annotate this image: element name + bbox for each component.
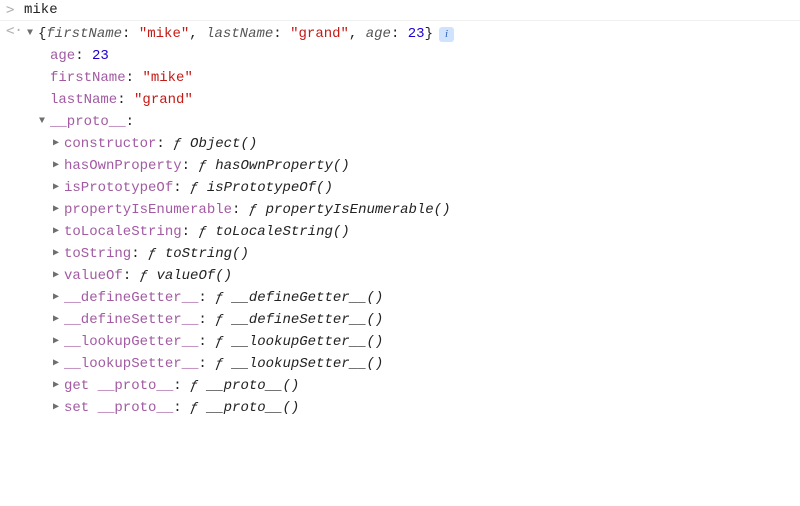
proto-method-row[interactable]: ▶isPrototypeOf: ƒ isPrototypeOf()	[24, 177, 794, 199]
method-key: get __proto__	[64, 375, 173, 397]
console-input-row: > mike	[0, 0, 800, 21]
expand-toggle-icon[interactable]: ▶	[50, 287, 62, 309]
method-fn-name: hasOwnProperty()	[215, 155, 349, 177]
expand-toggle-icon[interactable]: ▶	[50, 397, 62, 419]
expand-toggle-icon[interactable]: ▶	[50, 177, 62, 199]
proto-method-row[interactable]: ▶__lookupGetter__: ƒ __lookupGetter__()	[24, 331, 794, 353]
property-key: lastName	[50, 89, 117, 111]
expand-toggle-icon[interactable]: ▶	[50, 199, 62, 221]
property-value: 23	[92, 45, 109, 67]
prompt-icon: >	[6, 2, 22, 18]
proto-method-row[interactable]: ▶propertyIsEnumerable: ƒ propertyIsEnume…	[24, 199, 794, 221]
object-property-row[interactable]: ▶firstName: "mike"	[24, 67, 794, 89]
console-output-row: <· ▼ { firstName: "mike", lastName: "gra…	[0, 21, 800, 421]
proto-method-row[interactable]: ▶valueOf: ƒ valueOf()	[24, 265, 794, 287]
method-key: valueOf	[64, 265, 123, 287]
proto-method-row[interactable]: ▶set __proto__: ƒ __proto__()	[24, 397, 794, 419]
proto-row[interactable]: ▼ __proto__:	[24, 111, 794, 133]
method-key: propertyIsEnumerable	[64, 199, 232, 221]
summary-key-firstname: firstName	[46, 23, 122, 45]
method-key: constructor	[64, 133, 156, 155]
method-fn-name: isPrototypeOf()	[207, 177, 333, 199]
summary-key-lastname: lastName	[206, 23, 273, 45]
proto-method-row[interactable]: ▶hasOwnProperty: ƒ hasOwnProperty()	[24, 155, 794, 177]
expand-toggle-icon[interactable]: ▼	[24, 23, 36, 45]
property-value: "grand"	[134, 89, 193, 111]
method-fn-name: toString()	[165, 243, 249, 265]
proto-label: __proto__	[50, 111, 126, 133]
method-fn-name: toLocaleString()	[215, 221, 349, 243]
method-fn-name: propertyIsEnumerable()	[266, 199, 451, 221]
expand-toggle-icon[interactable]: ▶	[50, 265, 62, 287]
expand-toggle-icon[interactable]: ▶	[50, 243, 62, 265]
function-f-icon: ƒ	[190, 397, 207, 419]
function-f-icon: ƒ	[215, 331, 232, 353]
proto-method-row[interactable]: ▶__defineGetter__: ƒ __defineGetter__()	[24, 287, 794, 309]
method-key: toLocaleString	[64, 221, 182, 243]
function-f-icon: ƒ	[215, 287, 232, 309]
method-fn-name: __defineGetter__()	[232, 287, 383, 309]
function-f-icon: ƒ	[173, 133, 190, 155]
function-f-icon: ƒ	[148, 243, 165, 265]
function-f-icon: ƒ	[140, 265, 157, 287]
method-fn-name: valueOf()	[156, 265, 232, 287]
property-key: age	[50, 45, 75, 67]
expand-toggle-icon[interactable]: ▶	[50, 353, 62, 375]
function-f-icon: ƒ	[198, 221, 215, 243]
brace-close: }	[425, 23, 433, 45]
method-fn-name: __proto__()	[207, 375, 299, 397]
return-icon: <·	[6, 23, 22, 39]
method-fn-name: __lookupSetter__()	[232, 353, 383, 375]
proto-method-row[interactable]: ▶constructor: ƒ Object()	[24, 133, 794, 155]
function-f-icon: ƒ	[190, 375, 207, 397]
property-key: firstName	[50, 67, 126, 89]
expand-toggle-icon[interactable]: ▶	[50, 375, 62, 397]
function-f-icon: ƒ	[215, 309, 232, 331]
summary-val-age: 23	[408, 23, 425, 45]
expand-toggle-icon[interactable]: ▶	[50, 309, 62, 331]
object-summary[interactable]: ▼ { firstName: "mike", lastName: "grand"…	[24, 23, 794, 45]
method-key: isPrototypeOf	[64, 177, 173, 199]
method-fn-name: Object()	[190, 133, 257, 155]
proto-method-row[interactable]: ▶toString: ƒ toString()	[24, 243, 794, 265]
proto-method-row[interactable]: ▶__lookupSetter__: ƒ __lookupSetter__()	[24, 353, 794, 375]
method-key: toString	[64, 243, 131, 265]
method-key: __lookupGetter__	[64, 331, 198, 353]
summary-val-lastname: "grand"	[290, 23, 349, 45]
expand-toggle-icon[interactable]: ▶	[50, 331, 62, 353]
method-fn-name: __proto__()	[207, 397, 299, 419]
expand-toggle-icon[interactable]: ▶	[50, 155, 62, 177]
summary-key-age: age	[366, 23, 391, 45]
method-key: __defineGetter__	[64, 287, 198, 309]
function-f-icon: ƒ	[249, 199, 266, 221]
proto-method-row[interactable]: ▶toLocaleString: ƒ toLocaleString()	[24, 221, 794, 243]
info-icon[interactable]: i	[439, 27, 454, 42]
method-fn-name: __defineSetter__()	[232, 309, 383, 331]
brace-open: {	[38, 23, 46, 45]
summary-val-firstname: "mike"	[139, 23, 189, 45]
expand-toggle-icon[interactable]: ▼	[36, 111, 48, 133]
method-fn-name: __lookupGetter__()	[232, 331, 383, 353]
method-key: set __proto__	[64, 397, 173, 419]
method-key: hasOwnProperty	[64, 155, 182, 177]
proto-method-row[interactable]: ▶__defineSetter__: ƒ __defineSetter__()	[24, 309, 794, 331]
function-f-icon: ƒ	[215, 353, 232, 375]
method-key: __defineSetter__	[64, 309, 198, 331]
expand-toggle-icon[interactable]: ▶	[50, 133, 62, 155]
property-value: "mike"	[142, 67, 192, 89]
expand-toggle-icon[interactable]: ▶	[50, 221, 62, 243]
function-f-icon: ƒ	[190, 177, 207, 199]
object-property-row[interactable]: ▶lastName: "grand"	[24, 89, 794, 111]
method-key: __lookupSetter__	[64, 353, 198, 375]
proto-method-row[interactable]: ▶get __proto__: ƒ __proto__()	[24, 375, 794, 397]
object-property-row[interactable]: ▶age: 23	[24, 45, 794, 67]
function-f-icon: ƒ	[198, 155, 215, 177]
console-input-text: mike	[24, 2, 58, 18]
